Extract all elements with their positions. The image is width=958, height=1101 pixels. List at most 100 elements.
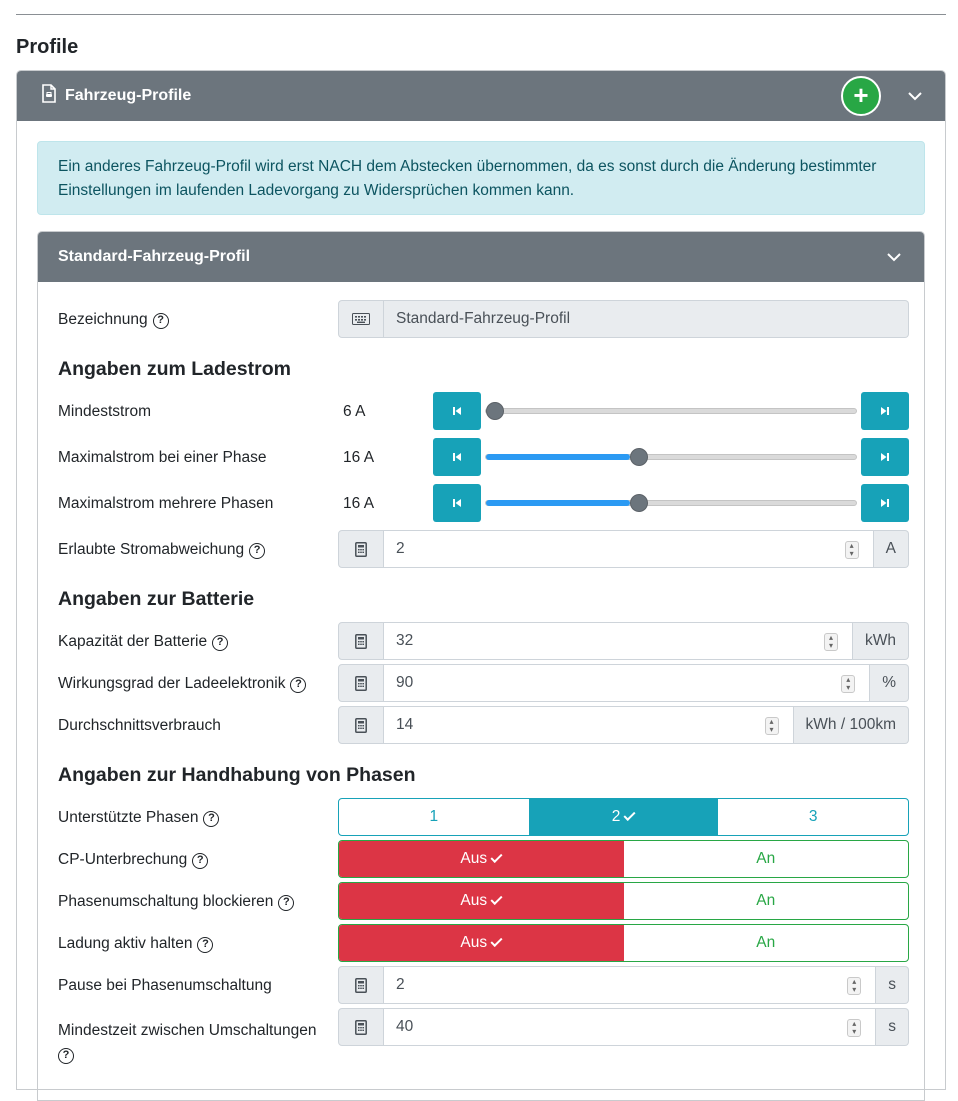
max-single-fill	[486, 454, 631, 460]
add-profile-button[interactable]: +	[841, 76, 881, 116]
spinner-icon[interactable]: ▴ ▾	[824, 633, 838, 651]
spinner-icon[interactable]: ▴ ▾	[764, 717, 779, 735]
block-switch-off-option[interactable]: Aus	[339, 883, 624, 919]
min-current-thumb[interactable]	[486, 402, 504, 420]
check-icon	[490, 850, 503, 863]
calculator-icon	[338, 966, 384, 1004]
cp-interrupt-toggle: Aus An	[338, 840, 909, 878]
cp-interrupt-off-option[interactable]: Aus	[339, 841, 624, 877]
capacity-input-group: 32 ▴ ▾ kWh	[338, 622, 909, 660]
keep-active-toggle: Aus An	[338, 924, 909, 962]
calculator-icon	[338, 530, 384, 568]
phases-heading: Angaben zur Handhabung von Phasen	[58, 764, 416, 786]
consumption-input-group: 14 ▴ ▾ kWh / 100km	[338, 706, 909, 744]
chevron-down-icon[interactable]	[907, 88, 923, 104]
phase-option-2[interactable]: 2	[528, 799, 719, 835]
vehicle-profiles-title: Fahrzeug-Profile	[65, 87, 192, 104]
max-single-slider[interactable]	[485, 448, 857, 466]
capacity-label: Kapazität der Batterie?	[58, 633, 229, 651]
consumption-unit: kWh / 100km	[793, 706, 909, 744]
deviation-input-group: 2 ▴ ▾ A	[338, 530, 909, 568]
deviation-label: Erlaubte Stromabweichung?	[58, 541, 266, 559]
keyboard-icon	[338, 300, 384, 338]
keep-active-on-option[interactable]: An	[624, 925, 909, 961]
min-current-value: 6 A	[343, 403, 366, 420]
standard-profile-title: Standard-Fahrzeug-Profil	[58, 248, 251, 265]
efficiency-unit: %	[870, 664, 909, 702]
page-title: Profile	[16, 36, 79, 58]
standard-profile-header[interactable]: Standard-Fahrzeug-Profil	[38, 232, 924, 282]
name-field[interactable]: Standard-Fahrzeug-Profil	[384, 300, 909, 338]
min-current-decrease-button[interactable]	[433, 392, 481, 430]
max-multi-value: 16 A	[343, 495, 375, 512]
min-time-input-group: 40 ▴ ▾ s	[338, 1008, 909, 1046]
spinner-icon[interactable]: ▴ ▾	[844, 541, 859, 559]
phase-option-1[interactable]: 1	[339, 799, 529, 835]
min-current-slider[interactable]	[485, 402, 857, 420]
skip-back-icon	[453, 453, 461, 461]
max-single-label: Maximalstrom bei einer Phase	[58, 449, 267, 466]
help-icon[interactable]: ?	[212, 635, 229, 651]
keep-active-off-option[interactable]: Aus	[339, 925, 624, 961]
pause-label: Pause bei Phasenumschaltung	[58, 977, 272, 994]
calculator-icon	[338, 622, 384, 660]
calculator-icon	[338, 1008, 384, 1046]
top-divider	[16, 14, 946, 15]
help-icon[interactable]: ?	[278, 895, 295, 911]
max-multi-increase-button[interactable]	[861, 484, 909, 522]
chevron-down-icon[interactable]	[886, 249, 902, 265]
vehicle-profiles-header[interactable]: Fahrzeug-Profile +	[17, 71, 945, 121]
max-multi-decrease-button[interactable]	[433, 484, 481, 522]
consumption-label: Durchschnittsverbrauch	[58, 717, 221, 734]
info-alert: Ein anderes Fahrzeug-Profil wird erst NA…	[37, 141, 925, 215]
max-single-decrease-button[interactable]	[433, 438, 481, 476]
help-icon[interactable]: ?	[192, 853, 209, 869]
car-document-icon	[41, 84, 57, 108]
spinner-icon[interactable]: ▴ ▾	[847, 977, 862, 995]
spinner-icon[interactable]: ▴ ▾	[847, 1019, 862, 1037]
help-icon[interactable]: ?	[152, 313, 169, 329]
min-time-field[interactable]: 40 ▴ ▾	[384, 1008, 877, 1046]
cp-interrupt-on-option[interactable]: An	[624, 841, 909, 877]
calculator-icon	[338, 664, 384, 702]
help-icon[interactable]: ?	[197, 937, 214, 953]
block-switch-on-option[interactable]: An	[624, 883, 909, 919]
help-icon[interactable]: ?	[203, 811, 220, 827]
efficiency-input-group: 90 ▴ ▾ %	[338, 664, 909, 702]
pause-input-group: 2 ▴ ▾ s	[338, 966, 909, 1004]
charging-current-heading: Angaben zum Ladestrom	[58, 358, 291, 380]
spinner-icon[interactable]: ▴ ▾	[841, 675, 856, 693]
name-input-group: Standard-Fahrzeug-Profil	[338, 300, 909, 338]
max-multi-slider[interactable]	[485, 494, 857, 512]
pause-field[interactable]: 2 ▴ ▾	[384, 966, 877, 1004]
capacity-unit: kWh	[853, 622, 909, 660]
deviation-field[interactable]: 2 ▴ ▾	[384, 530, 874, 568]
max-multi-fill	[486, 500, 631, 506]
check-icon	[623, 808, 636, 821]
cp-interrupt-label: CP-Unterbrechung?	[58, 851, 209, 869]
supported-phases-label: Unterstützte Phasen?	[58, 809, 220, 827]
consumption-field[interactable]: 14 ▴ ▾	[384, 706, 794, 744]
skip-forward-icon	[881, 499, 889, 507]
phase-option-3[interactable]: 3	[718, 799, 908, 835]
min-current-label: Mindeststrom	[58, 403, 152, 420]
help-icon[interactable]: ?	[290, 677, 307, 693]
efficiency-field[interactable]: 90 ▴ ▾	[384, 664, 871, 702]
skip-back-icon	[453, 499, 461, 507]
skip-back-icon	[453, 407, 461, 415]
battery-heading: Angaben zur Batterie	[58, 588, 255, 610]
min-current-increase-button[interactable]	[861, 392, 909, 430]
min-time-label: Mindestzeit zwischen Umschaltungen?	[58, 1019, 333, 1067]
check-icon	[490, 892, 503, 905]
block-switch-label: Phasenumschaltung blockieren?	[58, 893, 295, 911]
block-switch-toggle: Aus An	[338, 882, 909, 920]
supported-phases-selector: 1 2 3	[338, 798, 909, 836]
help-icon[interactable]: ?	[249, 543, 266, 559]
keep-active-label: Ladung aktiv halten?	[58, 935, 214, 953]
help-icon[interactable]: ?	[58, 1048, 74, 1064]
check-icon	[490, 934, 503, 947]
calculator-icon	[338, 706, 384, 744]
capacity-field[interactable]: 32 ▴ ▾	[384, 622, 853, 660]
max-single-increase-button[interactable]	[861, 438, 909, 476]
max-multi-label: Maximalstrom mehrere Phasen	[58, 495, 274, 512]
